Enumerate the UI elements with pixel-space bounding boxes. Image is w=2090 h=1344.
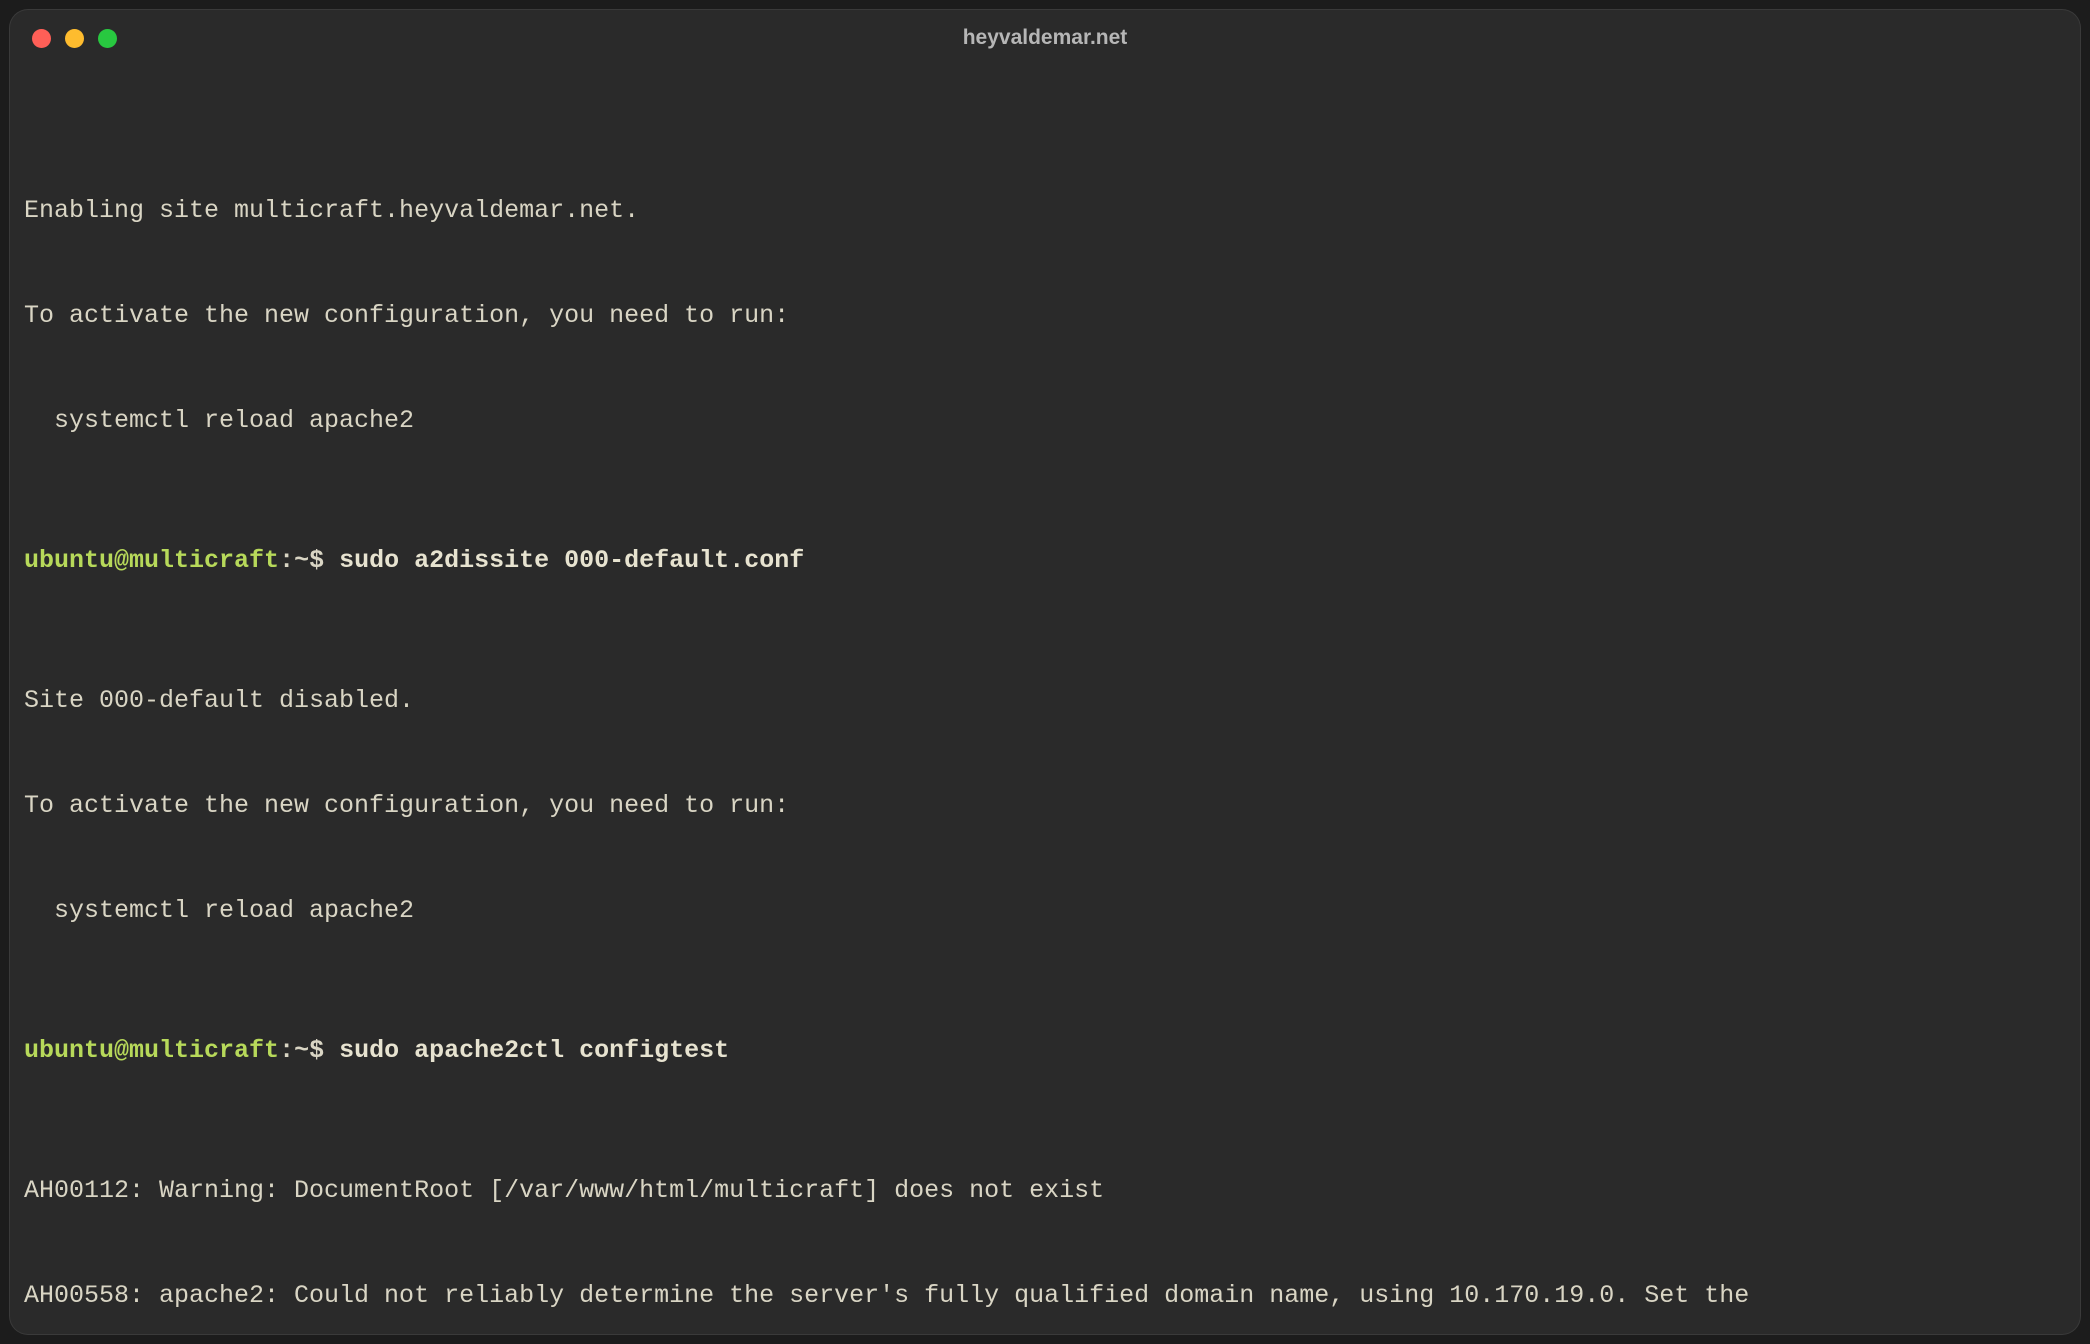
output-line: systemctl reload apache2 (24, 893, 2066, 928)
prompt-user: ubuntu (24, 546, 114, 575)
output-line: AH00558: apache2: Could not reliably det… (24, 1278, 2066, 1313)
prompt-path: : (279, 546, 294, 575)
close-icon[interactable] (32, 29, 51, 48)
output-line: Enabling site multicraft.heyvaldemar.net… (24, 193, 2066, 228)
output-line: systemctl reload apache2 (24, 403, 2066, 438)
titlebar[interactable]: heyvaldemar.net (10, 10, 2080, 66)
window-title: heyvaldemar.net (10, 26, 2080, 50)
output-line: AH00112: Warning: DocumentRoot [/var/www… (24, 1173, 2066, 1208)
output-line: Site 000-default disabled. (24, 683, 2066, 718)
zoom-icon[interactable] (98, 29, 117, 48)
prompt-host: multicraft (129, 546, 279, 575)
output-line: To activate the new configuration, you n… (24, 298, 2066, 333)
output-line: To activate the new configuration, you n… (24, 788, 2066, 823)
prompt-line: ubuntu@multicraft:~$ sudo a2dissite 000-… (24, 543, 2066, 578)
prompt-at: @ (114, 546, 129, 575)
command: sudo a2dissite 000-default.conf (339, 546, 804, 575)
prompt-symbol: $ (309, 546, 324, 575)
minimize-icon[interactable] (65, 29, 84, 48)
window-controls (32, 29, 117, 48)
terminal-window: heyvaldemar.net Enabling site multicraft… (10, 10, 2080, 1334)
prompt-line: ubuntu@multicraft:~$ sudo apache2ctl con… (24, 1033, 2066, 1068)
command: sudo apache2ctl configtest (339, 1036, 729, 1065)
terminal-body[interactable]: Enabling site multicraft.heyvaldemar.net… (10, 66, 2080, 1334)
